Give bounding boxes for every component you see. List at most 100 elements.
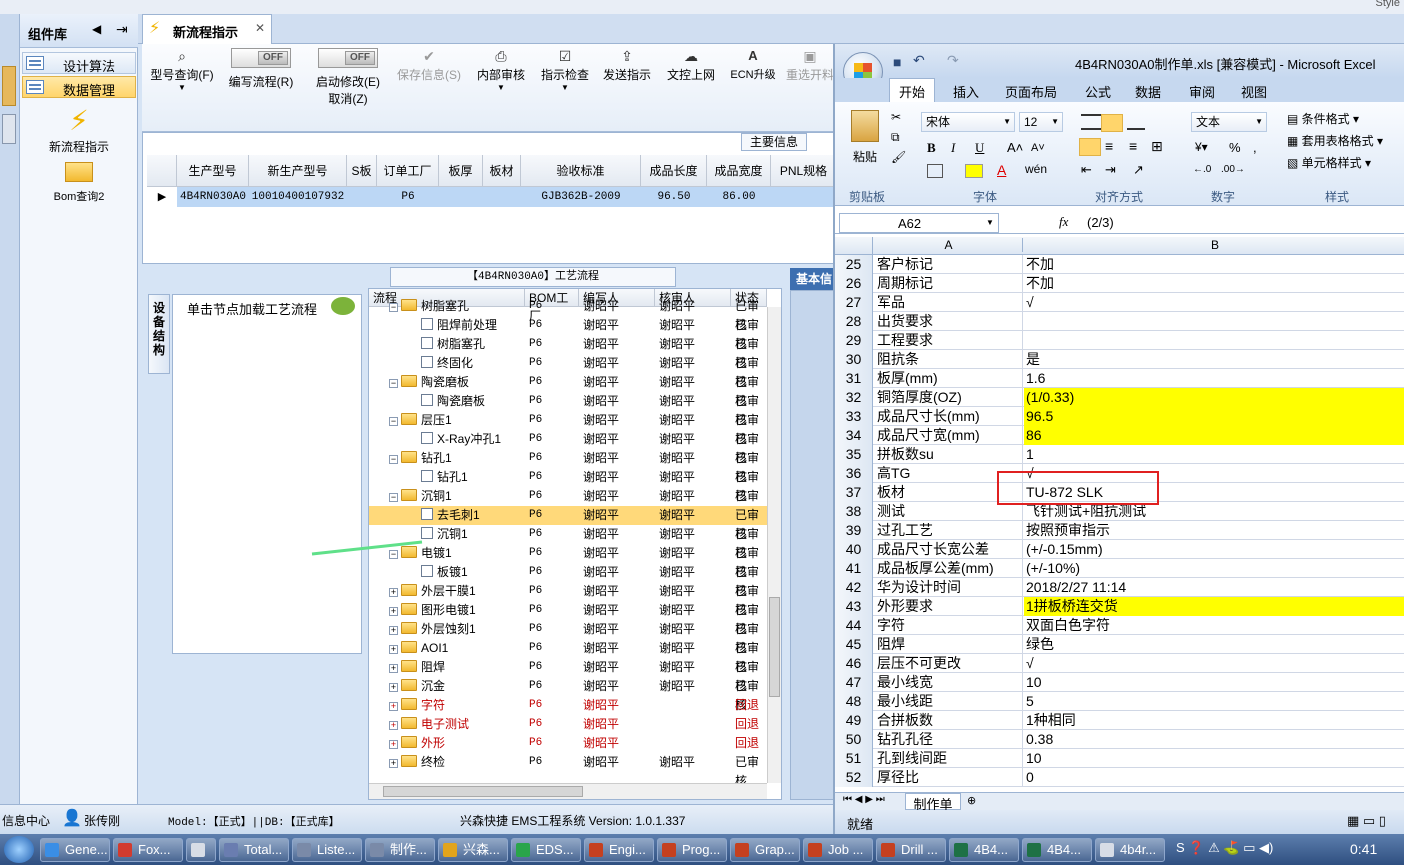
cell-a[interactable]: 拼板数su <box>875 445 1023 464</box>
name-box[interactable]: A62 ▼ <box>839 213 999 233</box>
row-number[interactable]: 33 <box>835 407 873 426</box>
row-number[interactable]: 32 <box>835 388 873 407</box>
italic-icon[interactable]: I <box>951 140 955 156</box>
model-query-button[interactable]: ⌕ 型号查询(F) ▼ <box>148 48 216 92</box>
cell-b[interactable]: 1.6 <box>1024 369 1404 388</box>
grid-cell[interactable] <box>483 187 521 207</box>
percent-icon[interactable]: % <box>1229 140 1241 155</box>
expand-toggle-icon[interactable]: − <box>389 303 398 312</box>
tree-row[interactable]: + 外层蚀刻1 P6 谢昭平 谢昭平 已审核 <box>369 620 767 655</box>
taskbar-button[interactable]: Drill ... <box>876 838 946 862</box>
tree-row[interactable]: + AOI1 P6 谢昭平 谢昭平 已审核 <box>369 639 767 674</box>
shrink-font-icon[interactable]: A˅ <box>1031 142 1045 154</box>
tab-formulas[interactable]: 公式 <box>1085 82 1111 101</box>
expand-toggle-icon[interactable]: − <box>389 417 398 426</box>
taskbar-button[interactable]: Fox... <box>113 838 183 862</box>
tab-page-layout[interactable]: 页面布局 <box>1005 82 1057 101</box>
taskbar-button[interactable]: 4B4... <box>949 838 1019 862</box>
column-header[interactable]: 订单工厂 <box>377 155 439 187</box>
view-mode-icons[interactable]: ▦ ▭ ▯ <box>1347 813 1386 829</box>
conditional-format-button[interactable]: ▤ 条件格式 ▾ <box>1287 110 1359 127</box>
cell-b[interactable]: 不加 <box>1024 255 1404 274</box>
tree-node-name[interactable]: − 钻孔1 <box>389 449 452 468</box>
redo-icon[interactable]: ↷ <box>947 52 959 69</box>
cell-a[interactable]: 最小线宽 <box>875 673 1023 692</box>
cell-b[interactable]: √ <box>1024 293 1404 312</box>
row-number[interactable]: 31 <box>835 369 873 388</box>
cell-a[interactable]: 成品尺寸宽(mm) <box>875 426 1023 445</box>
grid-cell[interactable] <box>771 187 837 207</box>
taskbar-button[interactable] <box>186 838 216 862</box>
row-number[interactable]: 47 <box>835 673 873 692</box>
taskbar-button[interactable]: 制作... <box>365 838 435 862</box>
tree-node-name[interactable]: + 阻焊 <box>389 658 445 677</box>
expand-toggle-icon[interactable]: + <box>389 645 398 654</box>
shortcut-new-process[interactable]: ⚡ 新流程指示 <box>20 104 138 154</box>
tab-new-process[interactable]: ⚡ 新流程指示 ✕ <box>142 14 272 44</box>
save-info-button[interactable]: ✔ 保存信息(S) <box>394 48 464 83</box>
cell-b[interactable]: 5 <box>1024 692 1404 711</box>
cell-b[interactable]: (+/-10%) <box>1024 559 1404 578</box>
grid-cell[interactable]: 86.00 <box>707 187 771 207</box>
cell-a[interactable]: 字符 <box>875 616 1023 635</box>
formula-value[interactable]: (2/3) <box>1087 215 1114 230</box>
grow-font-icon[interactable]: A˄ <box>1007 140 1023 155</box>
row-number[interactable]: 36 <box>835 464 873 483</box>
row-number[interactable]: 51 <box>835 749 873 768</box>
cell-a[interactable]: 客户标记 <box>875 255 1023 274</box>
grid-cell[interactable]: GJB362B-2009 <box>521 187 641 207</box>
cell-b[interactable]: 双面白色字符 <box>1024 616 1404 635</box>
cell-a[interactable]: 出货要求 <box>875 312 1023 331</box>
orientation-icon[interactable]: ↗ <box>1133 162 1144 178</box>
cell-a[interactable]: 阻焊 <box>875 635 1023 654</box>
taskbar-button[interactable]: Job ... <box>803 838 873 862</box>
tree-node-name[interactable]: + 外形 <box>389 734 445 753</box>
taskbar-button[interactable]: Total... <box>219 838 289 862</box>
cell-b[interactable]: 86 <box>1024 426 1404 445</box>
row-number[interactable]: 37 <box>835 483 873 502</box>
tree-node-name[interactable]: + 字符 <box>389 696 445 715</box>
cell-a[interactable]: 成品板厚公差(mm) <box>875 559 1023 578</box>
sheet-tab[interactable]: 制作单 <box>905 793 961 812</box>
cell-b[interactable]: 10 <box>1024 749 1404 768</box>
info-center-label[interactable]: 信息中心 <box>2 812 50 829</box>
row-number[interactable]: 25 <box>835 255 873 274</box>
toggle-switch[interactable]: OFF <box>231 48 291 68</box>
row-number[interactable]: 38 <box>835 502 873 521</box>
reselect-material-button[interactable]: ▣ 重选开料 <box>782 48 838 83</box>
cell-b[interactable]: 不加 <box>1024 274 1404 293</box>
tree-row[interactable]: 板镀1 P6 谢昭平 谢昭平 已审核 <box>369 563 767 598</box>
internal-review-button[interactable]: ⎙ 内部审核 ▼ <box>472 48 530 92</box>
function-icon[interactable]: fx <box>1059 214 1068 230</box>
column-header[interactable]: PNL规格 <box>771 155 837 187</box>
cell-b[interactable]: 10 <box>1024 673 1404 692</box>
expand-toggle-icon[interactable]: − <box>389 493 398 502</box>
horizontal-scrollbar[interactable] <box>369 783 767 799</box>
tree-node-name[interactable]: − 层压1 <box>389 411 452 430</box>
cell-b[interactable]: 96.5 <box>1024 407 1404 426</box>
ecn-upgrade-button[interactable]: A ECN升级 <box>726 48 780 82</box>
expand-toggle-icon[interactable]: + <box>389 702 398 711</box>
write-process-toggle[interactable]: OFF 编写流程(R) <box>226 48 296 90</box>
decrease-indent-icon[interactable]: ⇤ <box>1081 162 1092 178</box>
taskbar-button[interactable]: Grap... <box>730 838 800 862</box>
bold-icon[interactable]: B <box>927 140 936 156</box>
border-icon[interactable] <box>927 164 943 178</box>
tree-node-name[interactable]: 钻孔1 <box>421 468 468 487</box>
align-center-icon[interactable]: ≡ <box>1105 138 1113 154</box>
paste-label[interactable]: 粘贴 <box>853 148 877 165</box>
tree-node-name[interactable]: + 图形电镀1 <box>389 601 476 620</box>
expand-toggle-icon[interactable]: + <box>389 740 398 749</box>
tree-node-name[interactable]: 树脂塞孔 <box>421 335 485 354</box>
cell-b[interactable]: 绿色 <box>1024 635 1404 654</box>
tree-node-name[interactable]: + 终检 <box>389 753 445 772</box>
grid-cell[interactable] <box>439 187 483 207</box>
tab-insert[interactable]: 插入 <box>953 82 979 101</box>
cell-a[interactable]: 周期标记 <box>875 274 1023 293</box>
vertical-scrollbar[interactable] <box>767 307 781 783</box>
row-number[interactable]: 46 <box>835 654 873 673</box>
expand-toggle-icon[interactable]: − <box>389 455 398 464</box>
currency-icon[interactable]: ¥▾ <box>1195 140 1208 154</box>
grid-cell[interactable]: 96.50 <box>641 187 707 207</box>
column-header-a[interactable]: A <box>875 238 1023 252</box>
